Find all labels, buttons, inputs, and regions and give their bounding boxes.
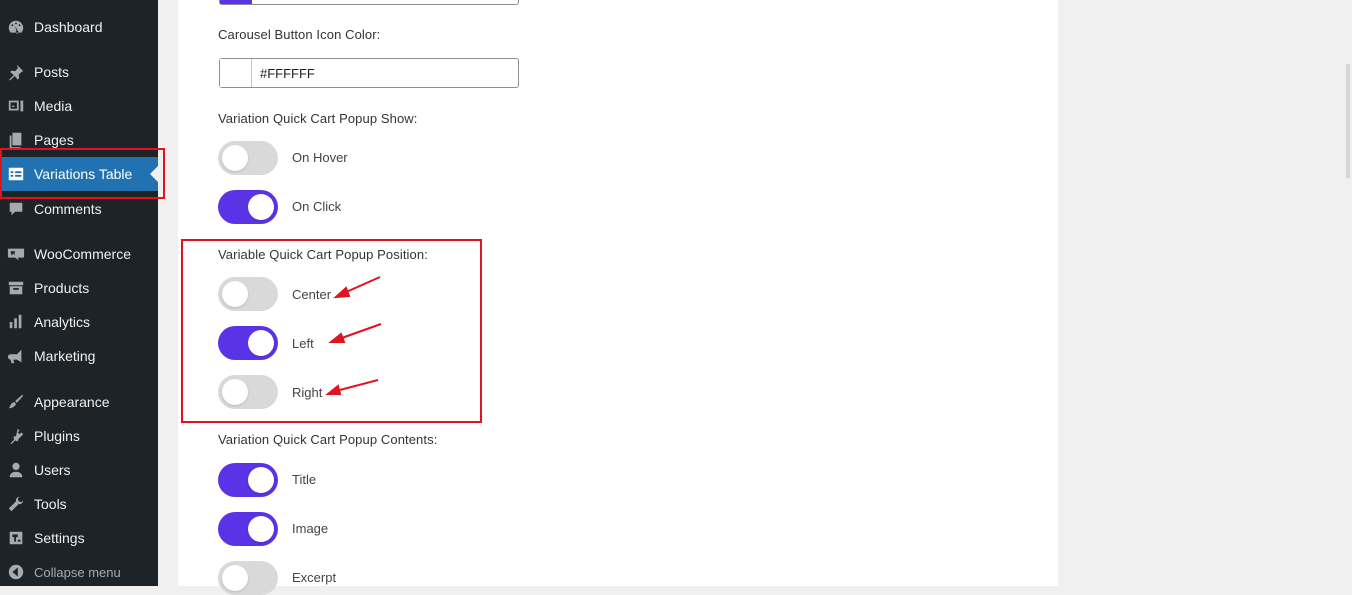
sidebar-item-label: Comments [34, 201, 102, 217]
toggle-excerpt[interactable] [218, 561, 278, 595]
highlight-box-sidebar [0, 148, 165, 199]
pushpin-icon [6, 62, 26, 82]
toggle-title[interactable] [218, 463, 278, 497]
sidebar-item-products[interactable]: Products [0, 271, 158, 305]
toggle-knob [248, 194, 274, 220]
sidebar-item-label: Appearance [34, 394, 110, 410]
collapse-menu-button[interactable]: Collapse menu [0, 555, 158, 589]
archive-icon [6, 278, 26, 298]
icon-color-label: Carousel Button Icon Color: [218, 27, 381, 42]
image-label: Image [292, 521, 329, 536]
sidebar-item-tools[interactable]: Tools [0, 487, 158, 521]
on-click-label: On Click [292, 199, 342, 214]
toggle-on-hover[interactable] [218, 141, 278, 175]
on-hover-label: On Hover [292, 150, 348, 165]
dashboard-icon [6, 17, 26, 37]
highlight-box-position [181, 239, 482, 423]
sidebar-item-appearance[interactable]: Appearance [0, 385, 158, 419]
sidebar-item-dashboard[interactable]: Dashboard [0, 10, 158, 44]
title-label: Title [292, 472, 317, 487]
popup-contents-label: Variation Quick Cart Popup Contents: [218, 432, 438, 447]
settings-icon [6, 528, 26, 548]
sidebar-item-media[interactable]: Media [0, 89, 158, 123]
user-icon [6, 460, 26, 480]
sidebar-item-label: Settings [34, 530, 85, 546]
admin-sidebar: Dashboard Posts Media Pages Variations T… [0, 0, 158, 586]
sidebar-item-label: Posts [34, 64, 70, 80]
toggle-on-click[interactable] [218, 190, 278, 224]
sidebar-item-label: Pages [34, 132, 74, 148]
toggle-knob [248, 467, 274, 493]
toggle-knob [222, 565, 248, 591]
sidebar-item-settings[interactable]: Settings [0, 521, 158, 555]
sidebar-item-label: Tools [34, 496, 67, 512]
paintbrush-icon [6, 392, 26, 412]
sidebar-item-label: Dashboard [34, 19, 103, 35]
color-swatch[interactable] [220, 0, 252, 4]
sidebar-item-analytics[interactable]: Analytics [0, 305, 158, 339]
sidebar-item-label: Marketing [34, 348, 96, 364]
sidebar-item-marketing[interactable]: Marketing [0, 339, 158, 373]
sidebar-item-plugins[interactable]: Plugins [0, 419, 158, 453]
sidebar-item-label: Users [34, 462, 71, 478]
sidebar-item-users[interactable]: Users [0, 453, 158, 487]
icon-color-field[interactable]: #FFFFFF [219, 58, 519, 88]
page-scrollbar[interactable] [1346, 0, 1352, 586]
scrollbar-thumb[interactable] [1346, 64, 1350, 178]
sidebar-item-label: Media [34, 98, 73, 114]
toggle-knob [248, 516, 274, 542]
toggle-image[interactable] [218, 512, 278, 546]
collapse-icon [6, 562, 26, 582]
sidebar-item-woocommerce[interactable]: WooCommerce [0, 237, 158, 271]
excerpt-label: Excerpt [292, 570, 337, 585]
popup-show-label: Variation Quick Cart Popup Show: [218, 111, 418, 126]
pages-icon [6, 130, 26, 150]
woocommerce-icon [6, 244, 26, 264]
plugin-icon [6, 426, 26, 446]
icon-color-input[interactable]: #FFFFFF [260, 66, 315, 81]
media-icon [6, 96, 26, 116]
megaphone-icon [6, 346, 26, 366]
carousel-button-color-field[interactable] [219, 0, 519, 5]
wrench-icon [6, 494, 26, 514]
sidebar-item-posts[interactable]: Posts [0, 55, 158, 89]
collapse-menu-label: Collapse menu [34, 564, 121, 580]
sidebar-item-label: WooCommerce [34, 246, 131, 262]
sidebar-item-label: Analytics [34, 314, 91, 330]
toggle-knob [222, 145, 248, 171]
bar-chart-icon [6, 312, 26, 332]
comment-icon [6, 199, 26, 219]
sidebar-item-label: Products [34, 280, 90, 296]
color-swatch[interactable] [220, 59, 252, 87]
sidebar-item-label: Plugins [34, 428, 80, 444]
